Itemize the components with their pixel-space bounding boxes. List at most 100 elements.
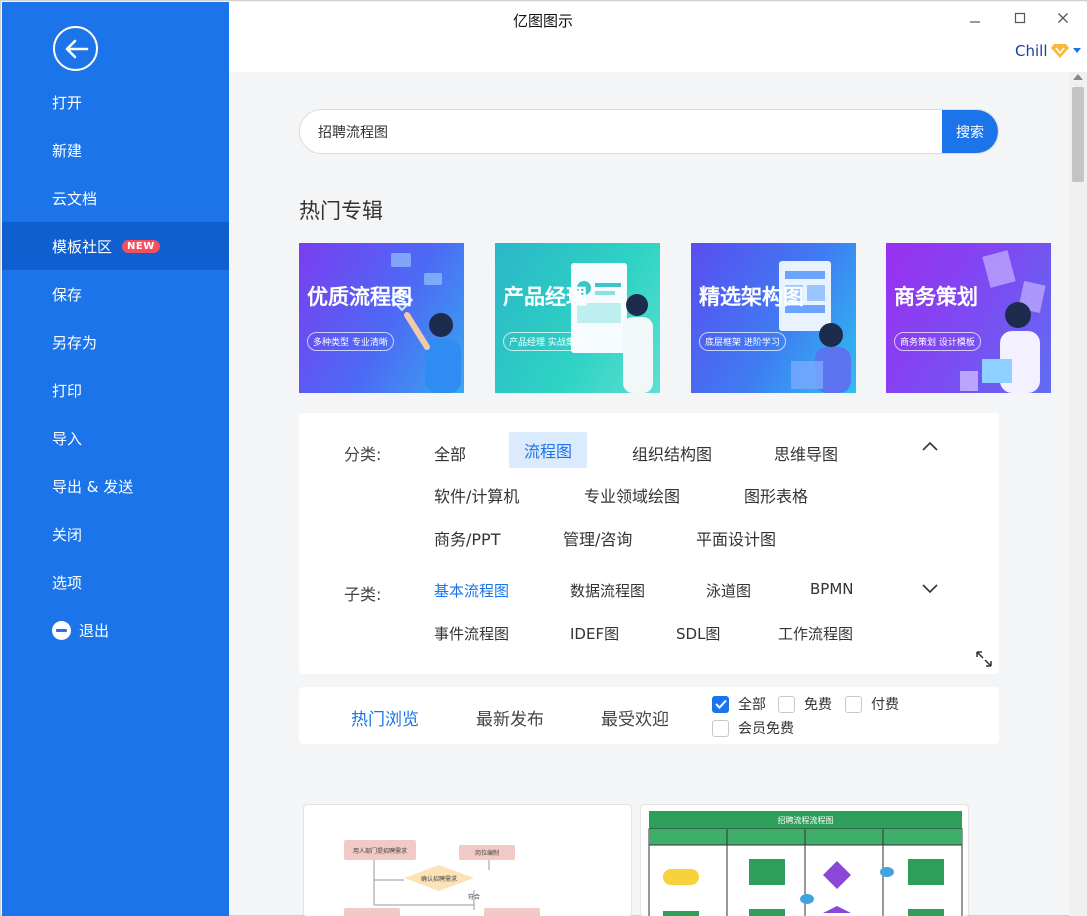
banner-title: 商务策划 — [894, 285, 978, 309]
category-org-chart[interactable]: 组织结构图 — [632, 441, 712, 465]
sidebar-item-print[interactable]: 打印 — [2, 366, 229, 414]
category-professional[interactable]: 专业领域绘图 — [584, 483, 680, 507]
sidebar-item-label: 另存为 — [52, 333, 98, 352]
price-filter-label: 免费 — [804, 697, 832, 713]
banner-illustration — [571, 263, 653, 393]
scroll-thumb[interactable] — [1072, 87, 1084, 182]
price-filter-paid[interactable]: 付费 — [845, 694, 899, 714]
subcategory-idef[interactable]: IDEF图 — [570, 623, 619, 644]
scroll-up-icon[interactable] — [1073, 74, 1083, 80]
sidebar-item-save[interactable]: 保存 — [2, 270, 229, 318]
tab-popular[interactable]: 最受欢迎 — [601, 705, 669, 730]
checkbox-checked-icon[interactable] — [712, 695, 729, 713]
banner-subtitle: 底层框架 进阶学习 — [699, 332, 786, 351]
subcategory-data-flow[interactable]: 数据流程图 — [570, 580, 645, 601]
sidebar-item-label: 退出 — [79, 621, 110, 640]
tab-newest[interactable]: 最新发布 — [476, 705, 544, 730]
vertical-scrollbar[interactable] — [1069, 72, 1087, 916]
caret-down-icon — [1073, 48, 1082, 53]
subcategory-basic-flowchart[interactable]: 基本流程图 — [434, 580, 509, 601]
sidebar-menu: 打开 新建 云文档 模板社区 NEW 保存 另存为 打印 导入 导出 & 发送 … — [2, 78, 229, 654]
tab-hot[interactable]: 热门浏览 — [351, 705, 419, 730]
template-card[interactable]: 招聘流程流程图 — [640, 804, 969, 916]
chevron-down-icon[interactable] — [922, 584, 938, 594]
sidebar-item-label: 新建 — [52, 141, 83, 160]
banner-business-planning[interactable]: 商务策划 商务策划 设计模板 — [886, 243, 1051, 393]
category-flowchart[interactable]: 流程图 — [509, 432, 588, 468]
subcategory-event-flow[interactable]: 事件流程图 — [434, 623, 509, 644]
banner-illustration — [779, 261, 851, 393]
minus-circle-icon — [52, 620, 71, 640]
banner-flowchart[interactable]: 优质流程图 多种类型 专业清晰 — [299, 243, 464, 393]
user-name: Chill — [1015, 42, 1048, 60]
sidebar-item-label: 打开 — [52, 93, 83, 112]
banner-illustration — [960, 250, 1046, 393]
category-management[interactable]: 管理/咨询 — [563, 526, 632, 550]
banner-architecture[interactable]: 精选架构图 底层框架 进阶学习 — [691, 243, 856, 393]
banner-product-manager[interactable]: 产品经理 产品经理 实战集合 — [495, 243, 660, 393]
subcategory-swimlane[interactable]: 泳道图 — [706, 580, 751, 601]
subcategory-workflow[interactable]: 工作流程图 — [778, 623, 853, 644]
banner-title: 优质流程图 — [307, 285, 412, 309]
checkbox-icon[interactable] — [845, 695, 862, 713]
sidebar-item-label: 打印 — [52, 381, 83, 400]
thumbnail-text: 确认招聘需求 — [420, 875, 457, 883]
banner-illustration — [390, 253, 461, 393]
banner-title: 产品经理 — [503, 285, 587, 309]
category-business-ppt[interactable]: 商务/PPT — [434, 526, 500, 550]
checkbox-icon[interactable] — [778, 695, 795, 713]
search-input[interactable] — [318, 110, 918, 153]
thumbnail-title: 招聘流程流程图 — [777, 815, 834, 825]
maximize-button[interactable] — [1010, 8, 1030, 28]
subcategory-label: 子类: — [344, 585, 382, 604]
subcategory-sdl[interactable]: SDL图 — [676, 623, 720, 644]
category-all[interactable]: 全部 — [434, 441, 466, 465]
price-filter-all[interactable]: 全部 — [712, 694, 766, 714]
sidebar-item-exit[interactable]: 退出 — [2, 606, 229, 654]
category-graphic-tables[interactable]: 图形表格 — [744, 483, 808, 507]
subcategory-bpmn[interactable]: BPMN — [810, 580, 854, 598]
chevron-up-icon[interactable] — [922, 441, 938, 451]
sidebar-item-label: 云文档 — [52, 189, 98, 208]
expand-icon[interactable] — [975, 650, 993, 668]
sort-bar: 热门浏览 最新发布 最受欢迎 全部 免费 付费 会员免费 — [299, 687, 999, 744]
price-filter-member-free[interactable]: 会员免费 — [712, 718, 794, 738]
back-button[interactable] — [53, 26, 98, 71]
close-icon — [1058, 13, 1068, 23]
sidebar-item-label: 模板社区 — [52, 237, 113, 256]
banner-subtitle: 多种类型 专业清晰 — [307, 332, 394, 351]
sidebar-item-import[interactable]: 导入 — [2, 414, 229, 462]
search-button[interactable]: 搜索 — [942, 110, 998, 153]
sidebar-item-options[interactable]: 选项 — [2, 558, 229, 606]
section-title: 热门专辑 — [299, 199, 383, 223]
minimize-button[interactable] — [965, 8, 985, 28]
category-graphic-design[interactable]: 平面设计图 — [696, 526, 776, 550]
diamond-vip-icon — [1051, 44, 1070, 58]
arrow-left-icon — [65, 39, 88, 58]
app-window: 打开 新建 云文档 模板社区 NEW 保存 另存为 打印 导入 导出 & 发送 … — [0, 0, 1087, 916]
banner-subtitle: 商务策划 设计模板 — [894, 332, 981, 351]
sidebar-item-open[interactable]: 打开 — [2, 78, 229, 126]
sidebar-item-label: 导入 — [52, 429, 83, 448]
checkbox-icon[interactable] — [712, 719, 729, 737]
user-menu[interactable]: Chill — [1015, 42, 1082, 60]
category-software[interactable]: 软件/计算机 — [434, 483, 519, 507]
thumbnail-text: 岗位编制 — [474, 850, 499, 857]
thumbnail-text: 用人部门提招聘需求 — [352, 847, 407, 855]
sidebar-item-close[interactable]: 关闭 — [2, 510, 229, 558]
sidebar-item-template-community[interactable]: 模板社区 NEW — [2, 222, 229, 270]
category-label: 分类: — [344, 445, 382, 464]
filter-panel: 分类: 全部 流程图 组织结构图 思维导图 软件/计算机 专业领域绘图 图形表格… — [299, 413, 999, 674]
close-button[interactable] — [1053, 8, 1073, 28]
sidebar-item-export-send[interactable]: 导出 & 发送 — [2, 462, 229, 510]
price-filter-label: 全部 — [738, 697, 766, 713]
minimize-icon — [970, 21, 980, 23]
category-mind-map[interactable]: 思维导图 — [774, 441, 838, 465]
sidebar-item-cloud-docs[interactable]: 云文档 — [2, 174, 229, 222]
sidebar-item-save-as[interactable]: 另存为 — [2, 318, 229, 366]
price-filter-label: 会员免费 — [738, 721, 794, 737]
template-card[interactable]: 用人部门提招聘需求 岗位编制 确认招聘需求 符合 — [303, 804, 632, 916]
price-filter-free[interactable]: 免费 — [778, 694, 832, 714]
sidebar-item-new[interactable]: 新建 — [2, 126, 229, 174]
banner-subtitle: 产品经理 实战集合 — [503, 332, 590, 351]
